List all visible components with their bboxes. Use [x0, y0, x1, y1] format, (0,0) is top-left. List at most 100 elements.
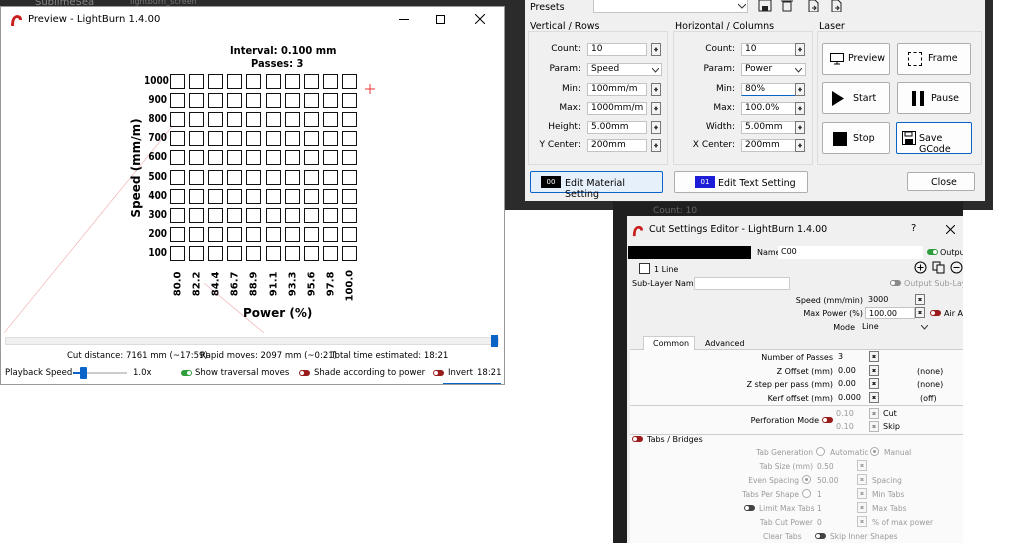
grid-cell: [341, 226, 357, 242]
v-height-spinner[interactable]: [651, 121, 661, 134]
tabs-per-shape-radio[interactable]: [802, 489, 811, 498]
x-axis-label: Power (%): [243, 306, 313, 320]
v-ycenter-input[interactable]: 200mm: [587, 139, 647, 152]
h-width-input[interactable]: 5.00mm: [741, 121, 799, 134]
h-min-spinner[interactable]: [795, 83, 805, 96]
export-preset-icon[interactable]: [830, 0, 842, 12]
presets-select[interactable]: [593, 0, 748, 13]
preview-canvas[interactable]: Interval: 0.100 mm Passes: 3 Speed (mm/m…: [4, 33, 501, 333]
progress-thumb[interactable]: [491, 335, 498, 347]
tab-common[interactable]: Common: [643, 336, 695, 350]
close-icon[interactable]: [475, 14, 485, 24]
clear-tabs-button[interactable]: Clear Tabs: [763, 532, 802, 541]
save-gcode-button[interactable]: Save GCode: [896, 122, 972, 155]
maximize-icon[interactable]: [436, 15, 445, 24]
h-count-input[interactable]: 10: [741, 43, 801, 56]
h-xcenter-spinner[interactable]: [795, 139, 805, 152]
sublayer-name-input[interactable]: [694, 277, 790, 290]
z-offset-spinner[interactable]: [869, 365, 879, 376]
close-icon[interactable]: [946, 225, 955, 234]
v-ycenter-spinner[interactable]: [651, 139, 661, 152]
perf-cut-value: 0.10: [836, 409, 854, 418]
kerf-input[interactable]: 0.000: [835, 392, 870, 405]
v-height-input[interactable]: 5.00mm: [587, 121, 647, 134]
manual-radio[interactable]: [870, 447, 879, 456]
perf-skip-spinner[interactable]: [869, 421, 879, 432]
passes-spinner[interactable]: [869, 351, 879, 362]
h-xcenter-input[interactable]: 200mm: [741, 139, 799, 152]
limit-max-tabs-spinner[interactable]: [857, 502, 867, 513]
remove-icon[interactable]: [950, 261, 963, 274]
tabs-bridges-toggle[interactable]: [632, 436, 643, 442]
h-min-input[interactable]: 80%: [741, 83, 799, 96]
tabs-per-shape-label: Tabs Per Shape: [742, 490, 799, 499]
skip-inner-toggle[interactable]: [815, 533, 826, 539]
z-offset-input[interactable]: 0.00: [835, 365, 870, 378]
passes-input[interactable]: 3: [835, 351, 870, 364]
tabs-per-shape-spinner[interactable]: [857, 488, 867, 499]
grid-cell: [227, 226, 243, 242]
limit-max-tabs-toggle[interactable]: [744, 505, 755, 511]
mode-select[interactable]: Line: [859, 321, 929, 334]
minimize-icon[interactable]: [399, 19, 409, 20]
z-step-input[interactable]: 0.00: [835, 378, 870, 391]
output-sublayer-toggle[interactable]: [890, 280, 901, 286]
output-toggle[interactable]: [927, 249, 938, 255]
h-count-spinner[interactable]: [795, 43, 805, 56]
h-width-spinner[interactable]: [795, 121, 805, 134]
v-param-select[interactable]: Speed: [587, 63, 662, 76]
grid-cell: [284, 131, 300, 147]
tab-cut-power-spinner[interactable]: [857, 516, 867, 527]
playback-speed-slider[interactable]: [73, 367, 127, 379]
automatic-radio[interactable]: [816, 447, 825, 456]
z-step-spinner[interactable]: [869, 378, 879, 389]
grid-cell: [322, 74, 338, 89]
v-min-spinner[interactable]: [651, 83, 661, 96]
preview-button[interactable]: Preview: [822, 43, 890, 75]
even-spacing-radio[interactable]: [802, 475, 811, 484]
max-power-input[interactable]: 100.00: [865, 307, 915, 319]
playback-speed-thumb[interactable]: [79, 367, 87, 379]
import-preset-icon[interactable]: [807, 0, 819, 12]
delete-preset-icon[interactable]: [781, 0, 793, 12]
stop-button[interactable]: Stop: [822, 122, 890, 154]
grid-cell: [208, 169, 224, 185]
invert-toggle[interactable]: [433, 370, 444, 376]
tab-advanced[interactable]: Advanced: [697, 337, 749, 350]
progress-track[interactable]: [5, 335, 499, 347]
h-max-spinner[interactable]: [795, 102, 805, 115]
close-button[interactable]: Close: [907, 172, 975, 191]
v-max-input[interactable]: 1000mm/m: [587, 102, 647, 115]
edit-text-button[interactable]: 01 Edit Text Setting: [674, 171, 808, 193]
v-max-spinner[interactable]: [651, 102, 661, 115]
v-min-input[interactable]: 100mm/m: [587, 83, 647, 96]
speed-input[interactable]: 3000: [865, 294, 915, 307]
frame-button[interactable]: Frame: [897, 43, 971, 75]
max-power-spinner[interactable]: [915, 307, 925, 318]
spacing-spinner[interactable]: [857, 474, 867, 485]
tab-size-value: 0.50: [817, 462, 834, 471]
copy-icon[interactable]: [932, 261, 945, 274]
line-count-checkbox[interactable]: [639, 263, 650, 274]
grid-cell: [227, 207, 243, 223]
edit-material-button[interactable]: 00 Edit Material Setting: [530, 171, 663, 200]
h-max-input[interactable]: 100.0%: [741, 102, 799, 115]
air-assist-toggle[interactable]: [930, 310, 941, 316]
shade-power-toggle[interactable]: [299, 370, 310, 376]
name-input[interactable]: C00: [778, 246, 923, 259]
save-preset-icon[interactable]: [758, 0, 772, 12]
start-button[interactable]: Start: [822, 82, 890, 114]
v-count-input[interactable]: 10: [587, 43, 647, 56]
grid-cell: [208, 226, 224, 242]
speed-spinner[interactable]: [915, 294, 925, 305]
perf-cut-spinner[interactable]: [869, 408, 879, 419]
kerf-spinner[interactable]: [869, 392, 879, 403]
grid-cell: [189, 150, 205, 166]
v-count-spinner[interactable]: [651, 43, 661, 56]
pause-button[interactable]: Pause: [897, 82, 971, 114]
add-icon[interactable]: [914, 261, 927, 274]
help-icon[interactable]: ?: [911, 223, 916, 234]
perforation-toggle[interactable]: [822, 417, 833, 423]
show-traversal-toggle[interactable]: [181, 370, 192, 376]
tab-size-spinner[interactable]: [857, 460, 867, 471]
